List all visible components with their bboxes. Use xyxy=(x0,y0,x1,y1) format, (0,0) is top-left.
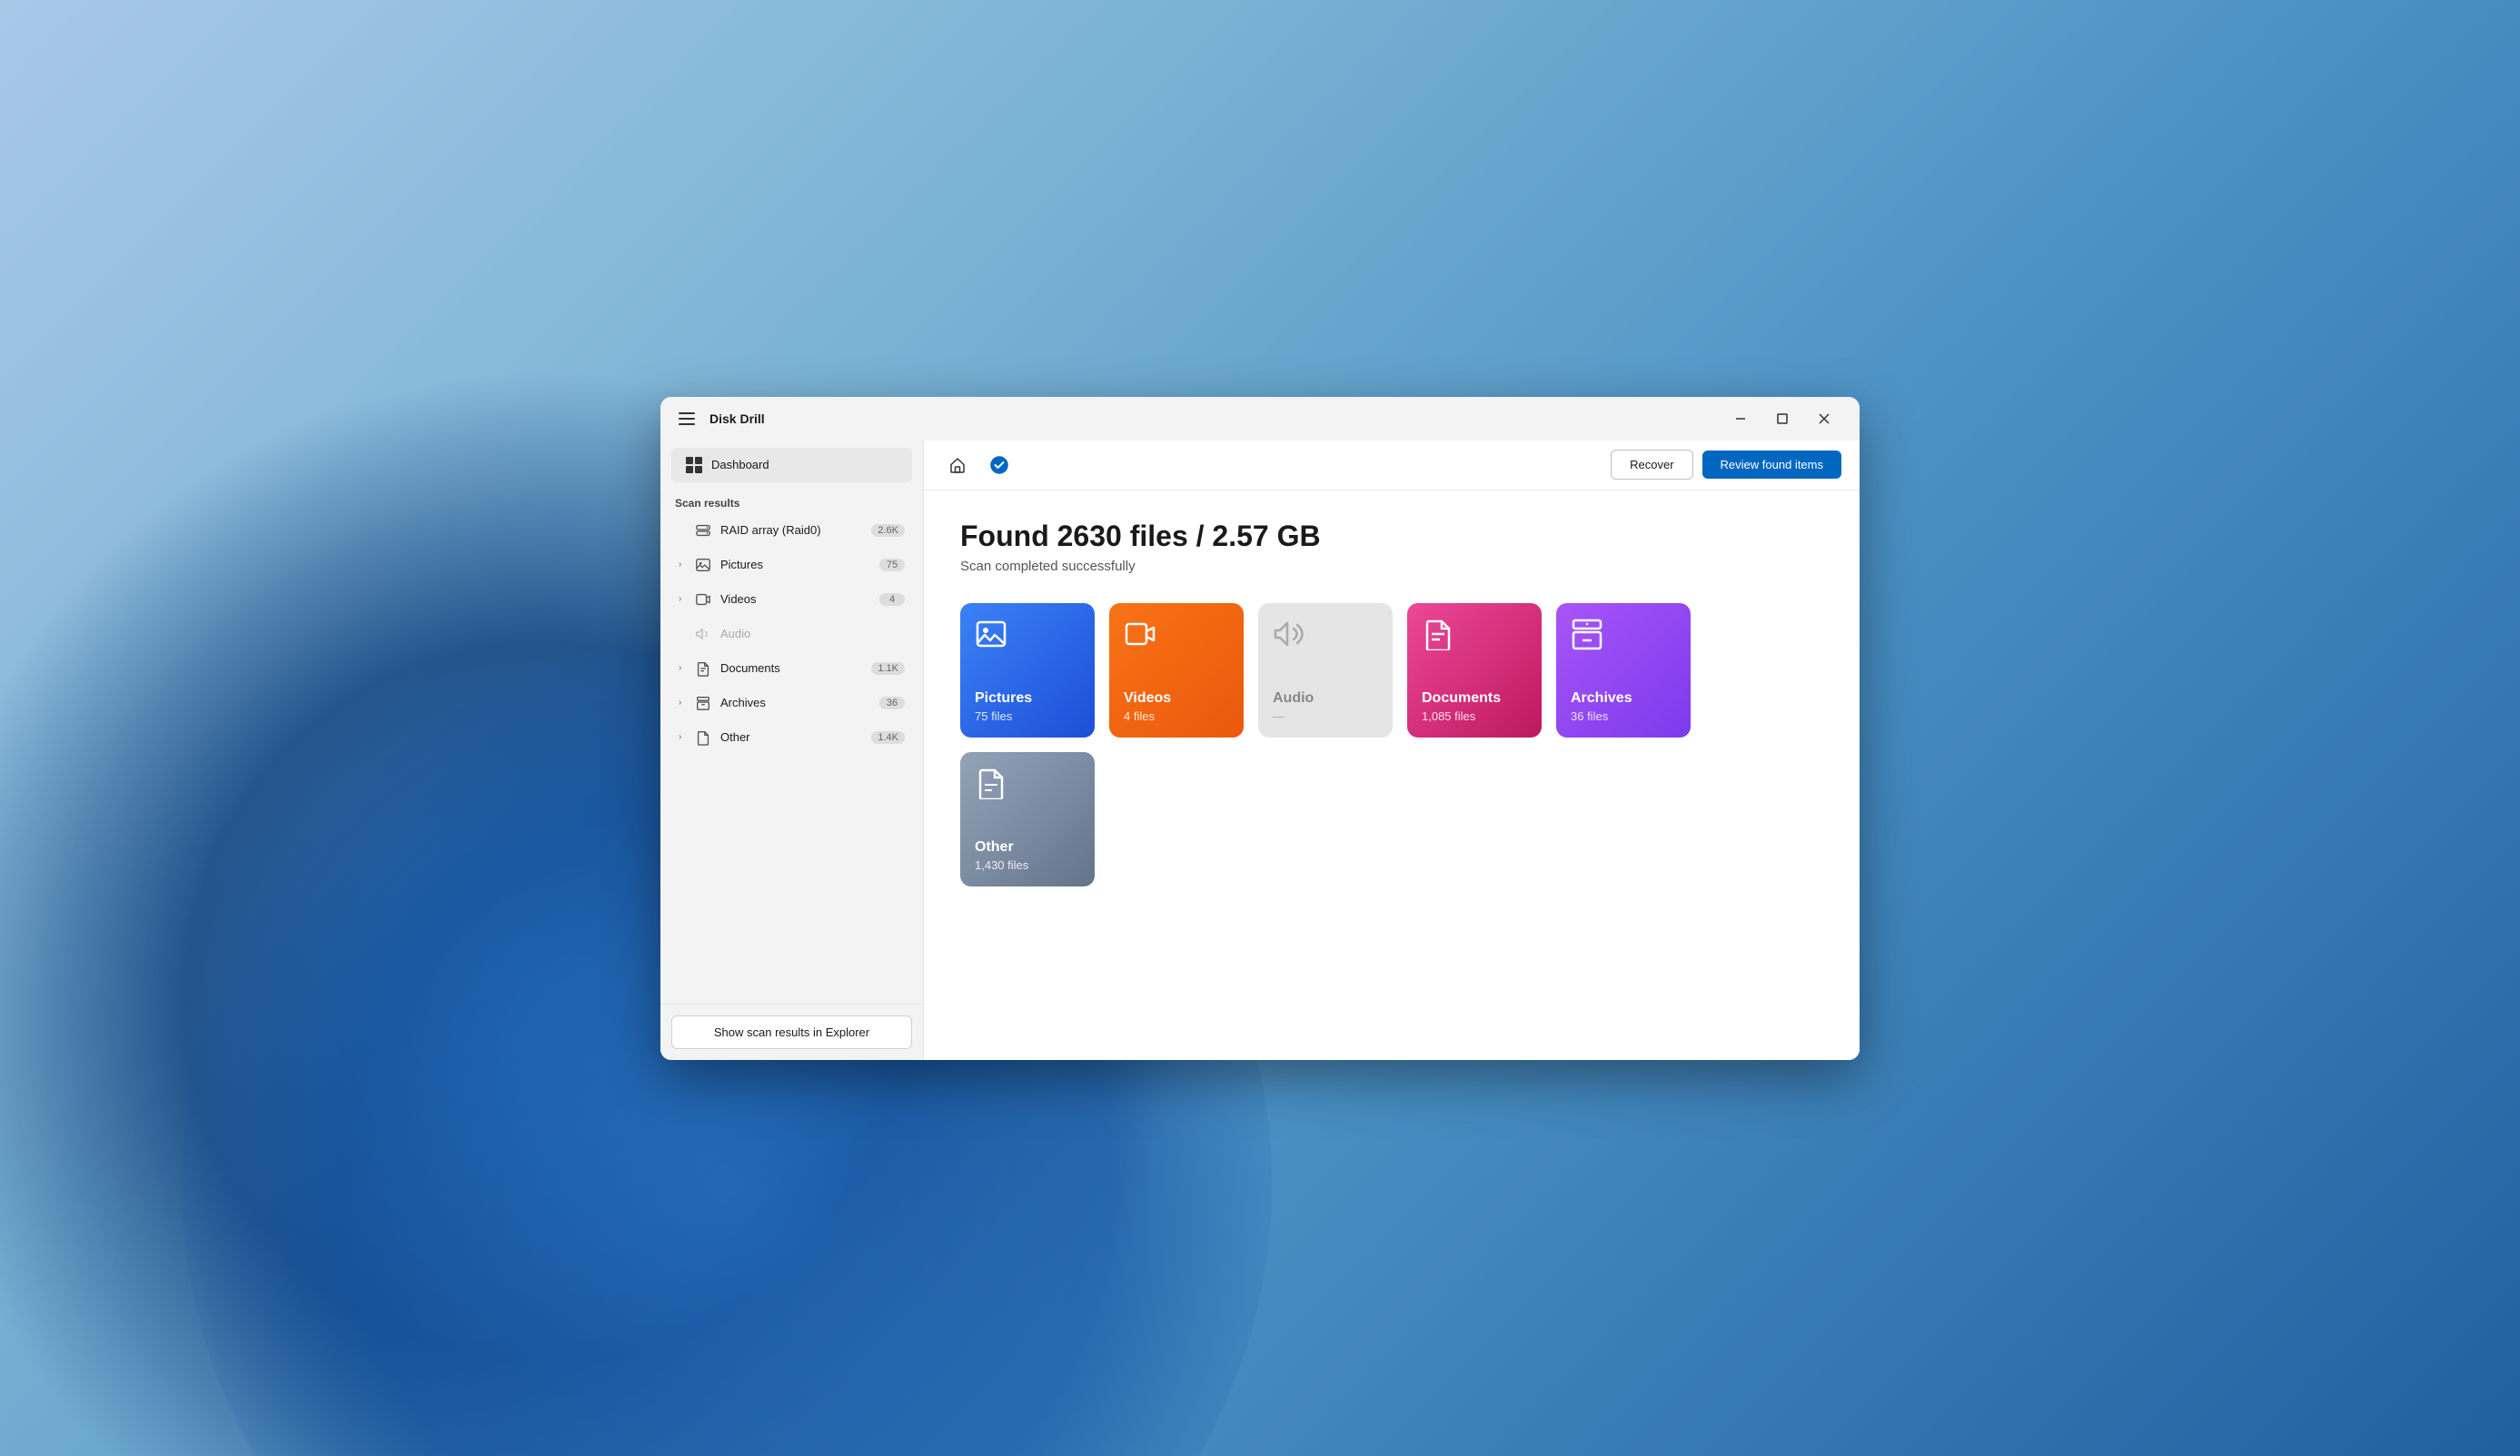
sidebar-item-raid-count: 2.6K xyxy=(871,524,905,537)
documents-card-name: Documents xyxy=(1422,689,1527,707)
videos-icon xyxy=(693,589,713,609)
other-card-name: Other xyxy=(975,838,1080,856)
archives-icon xyxy=(693,693,713,713)
pictures-card-icon xyxy=(975,618,1007,655)
sidebar-item-other-count: 1.4K xyxy=(871,731,905,744)
videos-card-icon xyxy=(1124,618,1156,655)
sidebar-item-audio: Audio xyxy=(664,618,919,650)
sidebar-item-archives-count: 36 xyxy=(879,697,905,709)
category-card-videos[interactable]: Videos 4 files xyxy=(1109,603,1244,738)
recover-button[interactable]: Recover xyxy=(1611,450,1692,480)
sidebar-item-pictures-label: Pictures xyxy=(720,558,879,571)
chevron-icon: › xyxy=(679,663,693,673)
dashboard-label: Dashboard xyxy=(711,458,769,471)
sidebar-item-archives[interactable]: › Archives 36 xyxy=(664,687,919,719)
sidebar-item-pictures[interactable]: › Pictures 75 xyxy=(664,549,919,581)
check-icon xyxy=(989,455,1009,475)
app-window: Disk Drill Dashboard Scan results xyxy=(660,397,1860,1060)
other-card-count: 1,430 files xyxy=(975,858,1080,872)
other-icon xyxy=(693,728,713,748)
sidebar-footer: Show scan results in Explorer xyxy=(660,1004,923,1060)
review-found-items-button[interactable]: Review found items xyxy=(1702,451,1841,479)
category-card-pictures[interactable]: Pictures 75 files xyxy=(960,603,1095,738)
documents-icon xyxy=(693,659,713,678)
right-panel: Recover Review found items Found 2630 fi… xyxy=(924,441,1860,1060)
found-title: Found 2630 files / 2.57 GB xyxy=(960,520,1823,553)
chevron-icon: › xyxy=(679,560,693,570)
home-button[interactable] xyxy=(942,450,973,480)
audio-card-icon xyxy=(1273,618,1305,655)
pictures-card-count: 75 files xyxy=(975,709,1080,723)
audio-icon xyxy=(693,624,713,644)
dashboard-icon xyxy=(686,457,702,473)
chevron-icon: › xyxy=(679,732,693,742)
close-button[interactable] xyxy=(1803,403,1845,434)
category-card-documents[interactable]: Documents 1,085 files xyxy=(1407,603,1542,738)
top-nav: Recover Review found items xyxy=(924,441,1860,490)
raid-icon xyxy=(693,520,713,540)
content-area: Found 2630 files / 2.57 GB Scan complete… xyxy=(924,490,1860,1060)
maximize-button[interactable] xyxy=(1761,403,1803,434)
title-bar-left: Disk Drill xyxy=(675,409,765,429)
sidebar-item-documents[interactable]: › Documents 1.1K xyxy=(664,652,919,685)
minimize-button[interactable] xyxy=(1720,403,1761,434)
title-bar-controls xyxy=(1720,403,1845,434)
show-explorer-button[interactable]: Show scan results in Explorer xyxy=(671,1015,912,1049)
sidebar-item-videos-label: Videos xyxy=(720,592,879,606)
category-card-archives[interactable]: Archives 36 files xyxy=(1556,603,1691,738)
chevron-icon: › xyxy=(679,594,693,604)
audio-card-count: — xyxy=(1273,709,1378,723)
check-button[interactable] xyxy=(984,450,1015,480)
archives-card-icon xyxy=(1571,618,1603,655)
sidebar-item-documents-label: Documents xyxy=(720,661,871,675)
pictures-card-name: Pictures xyxy=(975,689,1080,707)
pictures-icon xyxy=(693,555,713,575)
category-cards: Pictures 75 files Videos 4 files xyxy=(960,603,1823,886)
sidebar-item-other[interactable]: › Other 1.4K xyxy=(664,721,919,754)
sidebar: Dashboard Scan results RAID array (Raid0… xyxy=(660,441,924,1060)
archives-card-count: 36 files xyxy=(1571,709,1676,723)
archives-card-name: Archives xyxy=(1571,689,1676,707)
nav-actions: Recover Review found items xyxy=(1611,450,1841,480)
home-icon xyxy=(948,456,967,474)
documents-card-icon xyxy=(1422,618,1454,655)
sidebar-item-videos[interactable]: › Videos 4 xyxy=(664,583,919,616)
sidebar-item-other-label: Other xyxy=(720,730,871,744)
sidebar-item-documents-count: 1.1K xyxy=(871,662,905,675)
documents-card-count: 1,085 files xyxy=(1422,709,1527,723)
sidebar-item-archives-label: Archives xyxy=(720,696,879,709)
category-card-audio: Audio — xyxy=(1258,603,1393,738)
videos-card-count: 4 files xyxy=(1124,709,1229,723)
other-card-icon xyxy=(975,767,1007,804)
category-card-other[interactable]: Other 1,430 files xyxy=(960,752,1095,886)
videos-card-name: Videos xyxy=(1124,689,1229,707)
main-layout: Dashboard Scan results RAID array (Raid0… xyxy=(660,441,1860,1060)
app-title: Disk Drill xyxy=(709,411,765,426)
audio-card-name: Audio xyxy=(1273,689,1378,707)
sidebar-item-raid-label: RAID array (Raid0) xyxy=(720,523,871,537)
sidebar-item-pictures-count: 75 xyxy=(879,559,905,571)
sidebar-item-audio-label: Audio xyxy=(720,627,905,640)
chevron-icon: › xyxy=(679,698,693,708)
hamburger-icon[interactable] xyxy=(675,409,699,429)
sidebar-item-videos-count: 4 xyxy=(879,593,905,606)
title-bar: Disk Drill xyxy=(660,397,1860,441)
sidebar-item-dashboard[interactable]: Dashboard xyxy=(671,448,912,482)
sidebar-item-raid[interactable]: RAID array (Raid0) 2.6K xyxy=(664,514,919,547)
sidebar-section-label: Scan results xyxy=(660,490,923,513)
scan-success-label: Scan completed successfully xyxy=(960,559,1823,574)
